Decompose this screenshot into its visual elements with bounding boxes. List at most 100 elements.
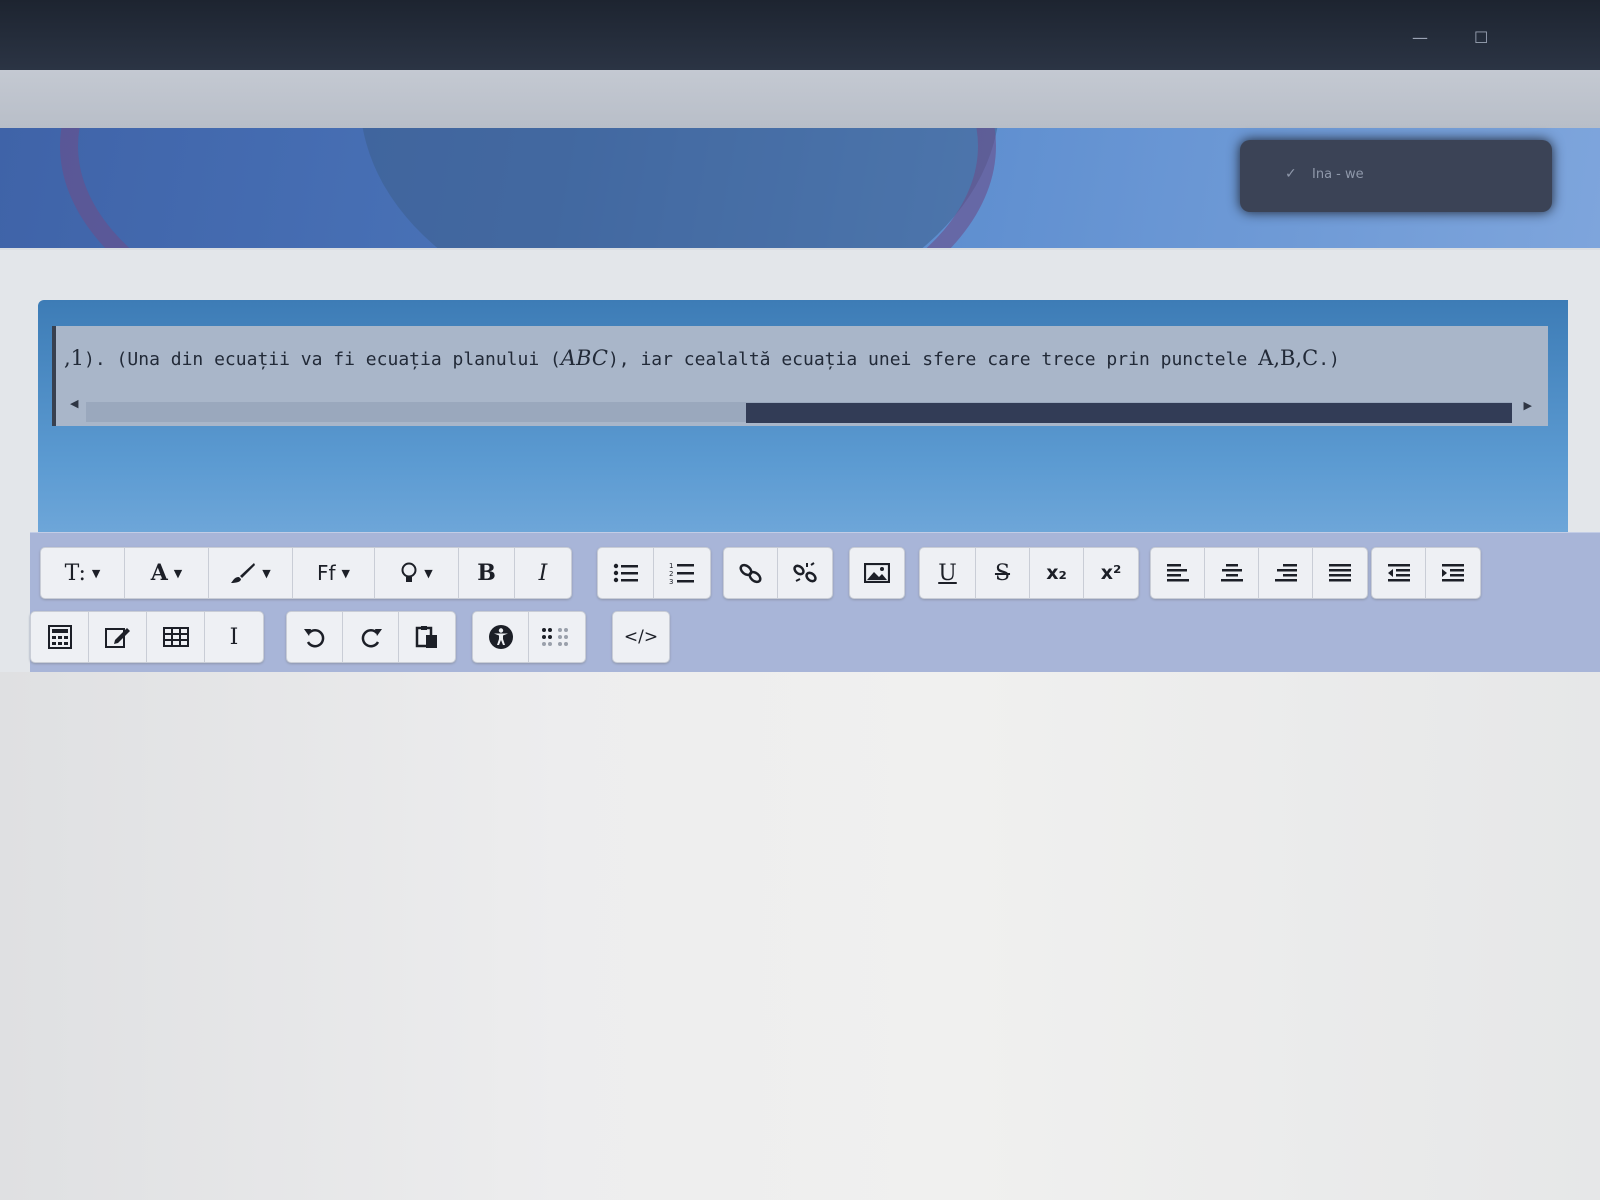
edit-icon [104, 628, 130, 648]
chevron-down-icon: ▼ [91, 566, 101, 580]
clear-formatting-button[interactable]: I [205, 612, 263, 662]
outdent-icon [1387, 564, 1410, 582]
svg-text:2: 2 [669, 570, 673, 578]
unlink-button[interactable] [778, 548, 832, 598]
bold-label: B [477, 560, 496, 586]
banner-arc [60, 128, 996, 248]
toolbar-group-accessibility [472, 611, 586, 663]
indent-icon [1442, 564, 1464, 582]
superscript-label: x² [1100, 562, 1122, 584]
align-right-icon [1274, 564, 1297, 582]
lightbulb-icon [401, 562, 417, 582]
chevron-down-icon: ▼ [173, 566, 183, 580]
outdent-button[interactable] [1372, 548, 1426, 598]
horizontal-scrollbar-thumb[interactable] [746, 403, 1512, 423]
question-text: ,1). (Una din ecuații va fi ecuația plan… [64, 346, 1340, 370]
paragraph-styles-label: T: [64, 560, 86, 586]
question-text-box: ,1). (Una din ecuații va fi ecuația plan… [52, 326, 1548, 426]
bulleted-list-icon [613, 563, 638, 583]
chevron-down-icon: ▼ [424, 566, 433, 580]
chevron-down-icon: ▼ [341, 566, 350, 580]
align-justify-button[interactable] [1313, 548, 1367, 598]
accessibility-button[interactable] [473, 612, 529, 662]
question-prefix: ,1 [64, 346, 85, 370]
underline-button[interactable]: U [920, 548, 976, 598]
undo-icon [303, 628, 324, 648]
align-left-button[interactable] [1151, 548, 1205, 598]
toolbar-group-indent [1371, 547, 1481, 599]
font-color-label: A [150, 560, 168, 586]
math-points: A,B,C [1258, 346, 1319, 370]
table-icon [162, 627, 189, 647]
window-bezel: — ☐ [0, 0, 1600, 70]
toolbar-group-media [849, 547, 905, 599]
redo-button[interactable] [343, 612, 399, 662]
editor-toolbar: T: ▼ A ▼ ▼ Ff ▼ ▼ B I 1 2 3 U S x₂ x² I … [30, 532, 1600, 673]
toolbar-group-lists: 1 2 3 [597, 547, 711, 599]
text-cursor-icon: I [229, 624, 239, 650]
maximize-icon[interactable]: ☐ [1474, 28, 1488, 47]
redo-icon [361, 628, 382, 648]
calculator-icon [47, 625, 72, 649]
indent-button[interactable] [1426, 548, 1480, 598]
question-text-part-3: .) [1318, 349, 1340, 370]
scroll-right-arrow-icon[interactable]: ▶ [1524, 399, 1532, 412]
toolbar-group-text-style: U S x₂ x² [919, 547, 1139, 599]
strikethrough-button[interactable]: S [976, 548, 1030, 598]
edit-button[interactable] [89, 612, 147, 662]
underline-label: U [938, 560, 957, 586]
subscript-button[interactable]: x₂ [1030, 548, 1084, 598]
scroll-left-arrow-icon[interactable]: ◀ [70, 397, 78, 410]
align-center-button[interactable] [1205, 548, 1259, 598]
subscript-label: x₂ [1046, 562, 1067, 584]
align-right-button[interactable] [1259, 548, 1313, 598]
minimize-icon[interactable]: — [1412, 28, 1428, 47]
link-icon [738, 563, 762, 584]
user-menu[interactable]: ✓ Ina - we [1240, 140, 1552, 212]
user-name: Ina - we [1312, 167, 1364, 182]
table-button[interactable] [147, 612, 205, 662]
lightbulb-button[interactable]: ▼ [375, 548, 459, 598]
chevron-down-icon: ✓ [1285, 166, 1297, 182]
align-justify-icon [1329, 564, 1351, 582]
editor-content-area[interactable] [0, 672, 1600, 1200]
braille-button[interactable] [529, 612, 585, 662]
brush-icon [231, 563, 256, 583]
browser-top-band [0, 70, 1600, 128]
toolbar-group-alignment [1150, 547, 1368, 599]
undo-button[interactable] [287, 612, 343, 662]
html-source-button[interactable]: </> [613, 612, 669, 662]
paste-button[interactable] [399, 612, 455, 662]
bulleted-list-button[interactable] [598, 548, 654, 598]
align-left-icon [1166, 564, 1189, 582]
image-button[interactable] [850, 548, 904, 598]
toolbar-group-source: </> [612, 611, 670, 663]
toolbar-group-links [723, 547, 833, 599]
svg-text:1: 1 [669, 562, 673, 570]
unlink-icon [793, 562, 817, 583]
numbered-list-icon: 1 2 3 [669, 562, 694, 585]
numbered-list-button[interactable]: 1 2 3 [654, 548, 710, 598]
accessibility-icon [488, 625, 513, 649]
italic-button[interactable]: I [515, 548, 571, 598]
clipboard-icon [415, 626, 437, 648]
image-icon [864, 563, 890, 583]
svg-text:3: 3 [669, 578, 673, 585]
chevron-down-icon: ▼ [262, 566, 271, 580]
question-text-part-2: ), iar cealaltă ecuația unei sfere care … [607, 349, 1259, 370]
highlight-brush-button[interactable]: ▼ [209, 548, 293, 598]
superscript-button[interactable]: x² [1084, 548, 1138, 598]
font-color-button[interactable]: A ▼ [125, 548, 209, 598]
paragraph-styles-button[interactable]: T: ▼ [41, 548, 125, 598]
toolbar-group-format: T: ▼ A ▼ ▼ Ff ▼ ▼ B I [40, 547, 572, 599]
align-center-icon [1220, 564, 1243, 582]
equation-editor-button[interactable] [31, 612, 89, 662]
question-text-part-1: ). (Una din ecuații va fi ecuația planul… [84, 349, 561, 370]
code-icon: </> [623, 627, 659, 647]
strikethrough-label: S [994, 560, 1011, 586]
font-family-label: Ff [316, 561, 336, 585]
link-button[interactable] [724, 548, 778, 598]
bold-button[interactable]: B [459, 548, 515, 598]
font-family-button[interactable]: Ff ▼ [293, 548, 375, 598]
toolbar-group-history [286, 611, 456, 663]
